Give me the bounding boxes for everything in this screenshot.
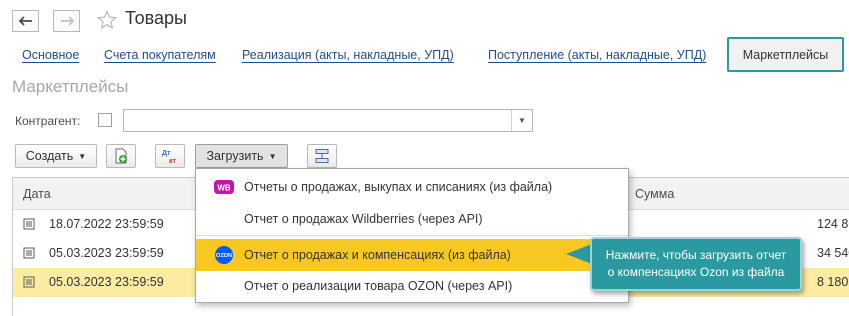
structure-button[interactable] bbox=[307, 144, 337, 168]
column-header-date[interactable]: Дата bbox=[23, 187, 51, 201]
menu-divider bbox=[196, 235, 628, 236]
dt-kt-bottom-text: кт bbox=[169, 158, 177, 165]
dropdown-arrow-icon[interactable]: ▼ bbox=[511, 110, 532, 131]
menu-item-label: Отчет о продажах Wildberries (через API) bbox=[244, 212, 483, 226]
back-button[interactable] bbox=[12, 10, 39, 32]
tab-customer-invoices[interactable]: Счета покупателям bbox=[104, 48, 216, 62]
document-icon bbox=[23, 247, 35, 259]
menu-item-wb-file-reports[interactable]: WB Отчеты о продажах, выкупах и списания… bbox=[196, 171, 628, 203]
tab-marketplaces-label: Маркетплейсы bbox=[742, 47, 829, 62]
hint-callout: Нажмите, чтобы загрузить отчет о компенс… bbox=[590, 237, 802, 291]
ozon-icon-text: OZON bbox=[216, 253, 232, 259]
counterparty-checkbox[interactable] bbox=[98, 113, 112, 127]
arrow-right-icon bbox=[60, 16, 74, 26]
section-title: Маркетплейсы bbox=[12, 77, 129, 96]
menu-item-label: Отчет о продажах и компенсациях (из файл… bbox=[244, 248, 511, 262]
column-header-sum[interactable]: Сумма bbox=[635, 187, 674, 201]
menu-item-ozon-file-report[interactable]: OZON Отчет о продажах и компенсациях (из… bbox=[196, 239, 628, 271]
add-document-icon bbox=[115, 148, 127, 164]
menu-item-ozon-api-report[interactable]: Отчет о реализации товара OZON (через AP… bbox=[196, 270, 628, 302]
dt-kt-top-text: Дт bbox=[162, 150, 171, 157]
menu-item-wb-api-report[interactable]: Отчет о продажах Wildberries (через API) bbox=[196, 203, 628, 235]
document-icon bbox=[23, 218, 35, 230]
row-date: 18.07.2022 23:59:59 bbox=[49, 217, 164, 231]
chevron-down-icon: ▼ bbox=[268, 151, 277, 161]
menu-item-label: Отчет о реализации товара OZON (через AP… bbox=[244, 279, 513, 293]
row-date: 05.03.2023 23:59:59 bbox=[49, 275, 164, 289]
tab-marketplaces[interactable]: Маркетплейсы bbox=[727, 37, 844, 72]
tab-receipts[interactable]: Поступление (акты, накладные, УПД) bbox=[488, 48, 706, 62]
structure-icon bbox=[315, 149, 329, 163]
callout-line-2: о компенсациях Ozon из файла bbox=[607, 265, 785, 279]
page-title: Товары bbox=[125, 8, 187, 28]
create-button-label: Создать bbox=[25, 149, 74, 163]
row-sum: 124 867 bbox=[817, 217, 849, 231]
document-icon bbox=[23, 276, 35, 288]
forward-button[interactable] bbox=[53, 10, 80, 32]
callout-pointer bbox=[566, 244, 592, 264]
wildberries-icon: WB bbox=[214, 180, 234, 194]
dt-kt-button[interactable]: Дт кт bbox=[155, 144, 185, 168]
callout-line-1: Нажмите, чтобы загрузить отчет bbox=[605, 248, 787, 262]
row-date: 05.03.2023 23:59:59 bbox=[49, 246, 164, 260]
ozon-icon: OZON bbox=[215, 246, 233, 264]
load-button-label: Загрузить bbox=[206, 149, 264, 163]
arrow-left-icon bbox=[18, 16, 32, 26]
create-button[interactable]: Создать ▼ bbox=[15, 144, 97, 168]
load-button[interactable]: Загрузить ▼ bbox=[195, 144, 288, 168]
wildberries-icon-text: WB bbox=[217, 184, 231, 193]
dt-kt-icon: Дт кт bbox=[162, 150, 177, 165]
counterparty-label: Контрагент: bbox=[15, 114, 81, 128]
favorite-star-icon[interactable] bbox=[96, 9, 118, 31]
counterparty-field[interactable]: ▼ bbox=[123, 109, 533, 132]
add-document-button[interactable] bbox=[106, 144, 136, 168]
row-sum: 34 540 bbox=[817, 246, 849, 260]
menu-item-label: Отчеты о продажах, выкупах и списаниях (… bbox=[244, 180, 553, 194]
row-sum: 8 180 bbox=[817, 275, 849, 289]
tab-sales[interactable]: Реализация (акты, накладные, УПД) bbox=[242, 48, 454, 62]
load-dropdown-menu: WB Отчеты о продажах, выкупах и списания… bbox=[195, 168, 629, 303]
chevron-down-icon: ▼ bbox=[78, 151, 87, 161]
tab-main[interactable]: Основное bbox=[22, 48, 79, 62]
